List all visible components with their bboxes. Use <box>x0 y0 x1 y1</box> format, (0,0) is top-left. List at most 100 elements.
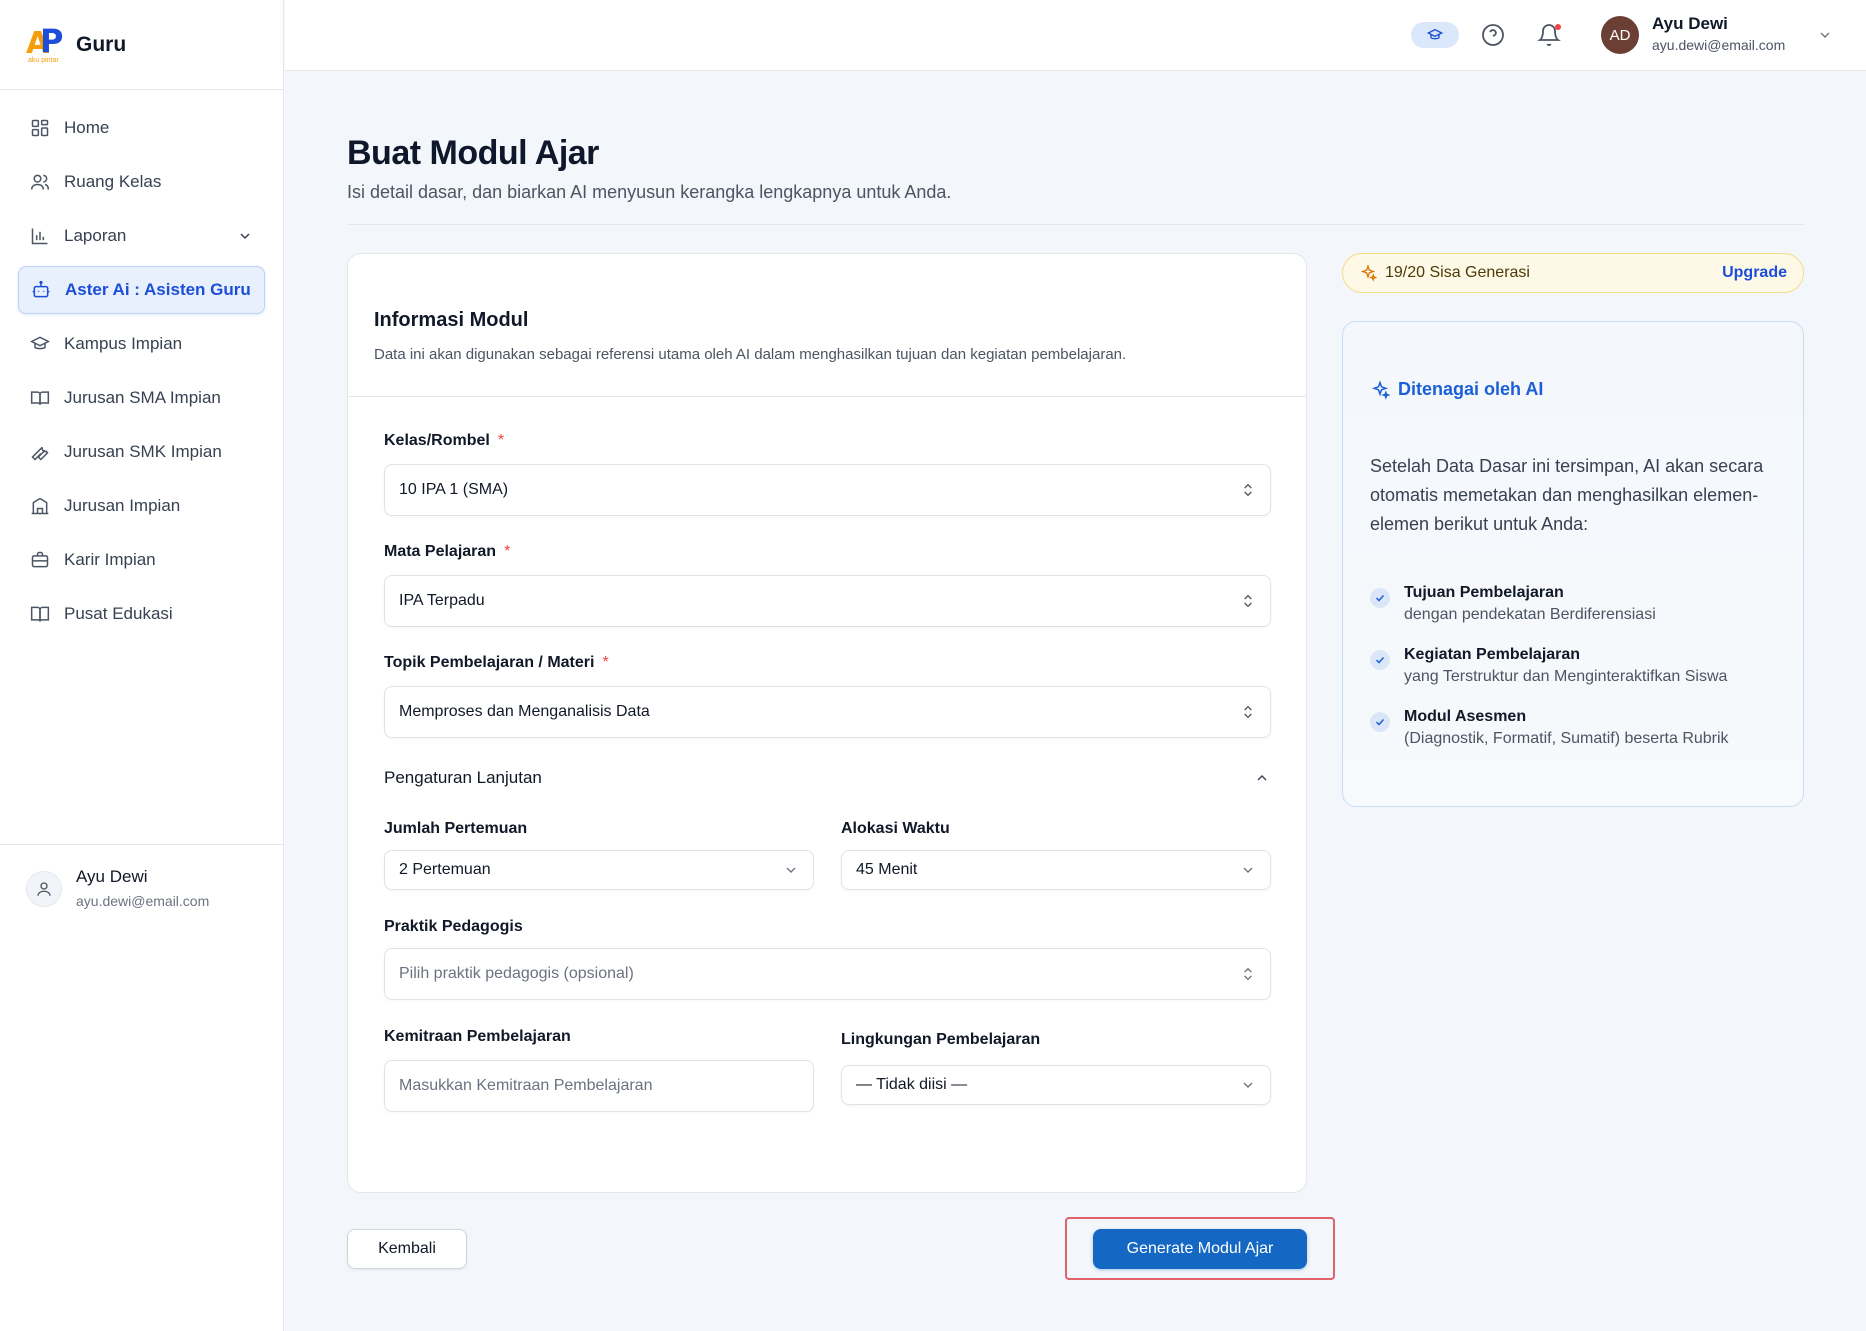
ai-feature-item: Modul Asesmen (Diagnostik, Formatif, Sum… <box>1370 708 1729 748</box>
kelas-value: 10 IPA 1 (SMA) <box>399 481 509 498</box>
mapel-value: IPA Terpadu <box>399 592 485 609</box>
avatar[interactable]: AD <box>1601 16 1639 54</box>
graduation-cap-icon[interactable] <box>1411 22 1459 48</box>
pedagogis-label: Praktik Pedagogis <box>384 918 523 935</box>
pertemuan-value: 2 Pertemuan <box>399 861 491 878</box>
topbar: AD Ayu Dewi ayu.dewi@email.com <box>285 0 1866 71</box>
pertemuan-label: Jumlah Pertemuan <box>384 820 528 837</box>
bar-chart-icon <box>31 228 48 245</box>
kelas-select[interactable]: 10 IPA 1 (SMA) <box>384 464 1271 516</box>
chevron-down-icon <box>1243 867 1253 873</box>
topbar-user-email: ayu.dewi@email.com <box>1652 37 1786 53</box>
required-mark: * <box>497 432 505 449</box>
sidebar-user[interactable]: Ayu Dewi ayu.dewi@email.com <box>0 844 284 909</box>
sidebar-item-jurusan-sma[interactable]: Jurusan SMA Impian <box>18 374 265 422</box>
kemitraan-input[interactable]: Masukkan Kemitraan Pembelajaran <box>384 1060 814 1112</box>
sidebar-nav: Home Ruang Kelas Laporan Aster Ai : Asis… <box>0 90 283 638</box>
sidebar-item-label: Home <box>64 118 110 137</box>
lingkungan-select[interactable]: — Tidak diisi — <box>841 1065 1271 1105</box>
book-open-icon <box>30 606 50 622</box>
form-description: Data ini akan digunakan sebagai referens… <box>374 346 1127 363</box>
kelas-label: Kelas/Rombel * <box>384 432 505 449</box>
sidebar-item-label: Pusat Edukasi <box>64 604 173 623</box>
page-title: Buat Modul Ajar <box>347 134 599 172</box>
chevron-down-icon[interactable] <box>1817 27 1833 43</box>
ai-panel-title: Ditenagai oleh AI <box>1370 379 1543 400</box>
sidebar: A P aku pintar Guru Home Ruang Kelas Lap… <box>0 0 284 1331</box>
building-icon <box>31 497 49 515</box>
sidebar-item-jurusan-impian[interactable]: Jurusan Impian <box>18 482 265 530</box>
brand[interactable]: A P aku pintar Guru <box>0 0 283 90</box>
user-icon <box>26 871 62 907</box>
check-icon <box>1370 650 1390 670</box>
sidebar-user-name: Ayu Dewi <box>76 867 148 886</box>
sidebar-item-label: Karir Impian <box>64 550 156 569</box>
mapel-label: Mata Pelajaran * <box>384 543 511 560</box>
sidebar-item-label: Aster Ai : Asisten Guru <box>65 280 251 299</box>
alokasi-select[interactable]: 45 Menit <box>841 850 1271 890</box>
lingkungan-value: — Tidak diisi — <box>856 1076 968 1093</box>
kemitraan-placeholder: Masukkan Kemitraan Pembelajaran <box>399 1077 653 1094</box>
chevron-up-icon[interactable] <box>1254 770 1270 786</box>
notification-dot <box>1555 24 1561 30</box>
form-card: Informasi Modul Data ini akan digunakan … <box>347 253 1307 1193</box>
page-subtitle: Isi detail dasar, dan biarkan AI menyusu… <box>347 182 952 202</box>
sidebar-item-laporan[interactable]: Laporan <box>18 212 265 260</box>
form-card-header: Informasi Modul Data ini akan digunakan … <box>348 254 1306 397</box>
back-button[interactable]: Kembali <box>347 1229 467 1269</box>
upgrade-link[interactable]: Upgrade <box>1722 264 1787 282</box>
sidebar-item-pusat-edukasi[interactable]: Pusat Edukasi <box>18 590 265 638</box>
sparkles-icon <box>1371 379 1390 400</box>
sidebar-item-label: Jurusan SMA Impian <box>64 388 221 407</box>
grid-icon <box>31 119 49 137</box>
topik-label: Topik Pembelajaran / Materi * <box>384 654 609 671</box>
sidebar-item-label: Ruang Kelas <box>64 172 162 191</box>
required-mark: * <box>602 654 609 671</box>
alokasi-value: 45 Menit <box>856 861 918 878</box>
mapel-select[interactable]: IPA Terpadu <box>384 575 1271 627</box>
chevron-down-icon <box>240 233 250 240</box>
chevron-down-icon <box>1243 1082 1253 1088</box>
advanced-settings-toggle[interactable]: Pengaturan Lanjutan <box>384 768 542 788</box>
logo: A P aku pintar <box>26 21 64 64</box>
wrench-icon <box>31 446 49 461</box>
chevron-up-down-icon <box>1244 705 1252 719</box>
sidebar-item-label: Kampus Impian <box>64 334 183 353</box>
lingkungan-label: Lingkungan Pembelajaran <box>841 1031 1041 1048</box>
sidebar-item-kampus-impian[interactable]: Kampus Impian <box>18 320 265 368</box>
ai-panel-description: Setelah Data Dasar ini tersimpan, AI aka… <box>1370 456 1764 534</box>
sidebar-item-home[interactable]: Home <box>18 104 265 152</box>
sidebar-item-ruang-kelas[interactable]: Ruang Kelas <box>18 158 265 206</box>
topik-value: Memproses dan Menganalisis Data <box>399 703 650 720</box>
check-icon <box>1370 712 1390 732</box>
topbar-user-name[interactable]: Ayu Dewi <box>1652 14 1728 34</box>
kemitraan-label: Kemitraan Pembelajaran <box>384 1028 571 1045</box>
form-title: Informasi Modul <box>374 309 529 331</box>
help-circle-icon[interactable] <box>1481 23 1505 47</box>
ai-info-panel: Ditenagai oleh AI Setelah Data Dasar ini… <box>1342 321 1804 807</box>
sidebar-item-karir-impian[interactable]: Karir Impian <box>18 536 265 584</box>
sidebar-item-label: Laporan <box>64 226 127 245</box>
pedagogis-select[interactable]: Pilih praktik pedagogis (opsional) <box>384 948 1271 1000</box>
required-mark: * <box>504 543 511 560</box>
sparkles-icon <box>1360 264 1377 282</box>
pedagogis-placeholder: Pilih praktik pedagogis (opsional) <box>399 965 634 982</box>
ai-feature-item: Kegiatan Pembelajaran yang Terstruktur d… <box>1370 646 1727 686</box>
quota-banner: 19/20 Sisa Generasi Upgrade <box>1342 253 1804 293</box>
chevron-up-down-icon <box>1244 483 1252 497</box>
bot-icon <box>32 280 50 298</box>
topik-select[interactable]: Memproses dan Menganalisis Data <box>384 686 1271 738</box>
brand-name: Guru <box>76 32 127 56</box>
chevron-up-down-icon <box>1244 594 1252 608</box>
generate-button[interactable]: Generate Modul Ajar <box>1093 1229 1307 1269</box>
ai-feature-item: Tujuan Pembelajaran dengan pendekatan Be… <box>1370 584 1656 624</box>
sidebar-item-aster-ai[interactable]: Aster Ai : Asisten Guru <box>18 266 265 314</box>
book-icon <box>30 391 50 405</box>
chevron-down-icon <box>786 867 796 873</box>
sidebar-user-email: ayu.dewi@email.com <box>76 893 210 909</box>
users-icon <box>30 174 50 190</box>
chevron-up-down-icon <box>1244 967 1252 981</box>
alokasi-label: Alokasi Waktu <box>841 820 950 837</box>
pertemuan-select[interactable]: 2 Pertemuan <box>384 850 814 890</box>
sidebar-item-jurusan-smk[interactable]: Jurusan SMK Impian <box>18 428 265 476</box>
